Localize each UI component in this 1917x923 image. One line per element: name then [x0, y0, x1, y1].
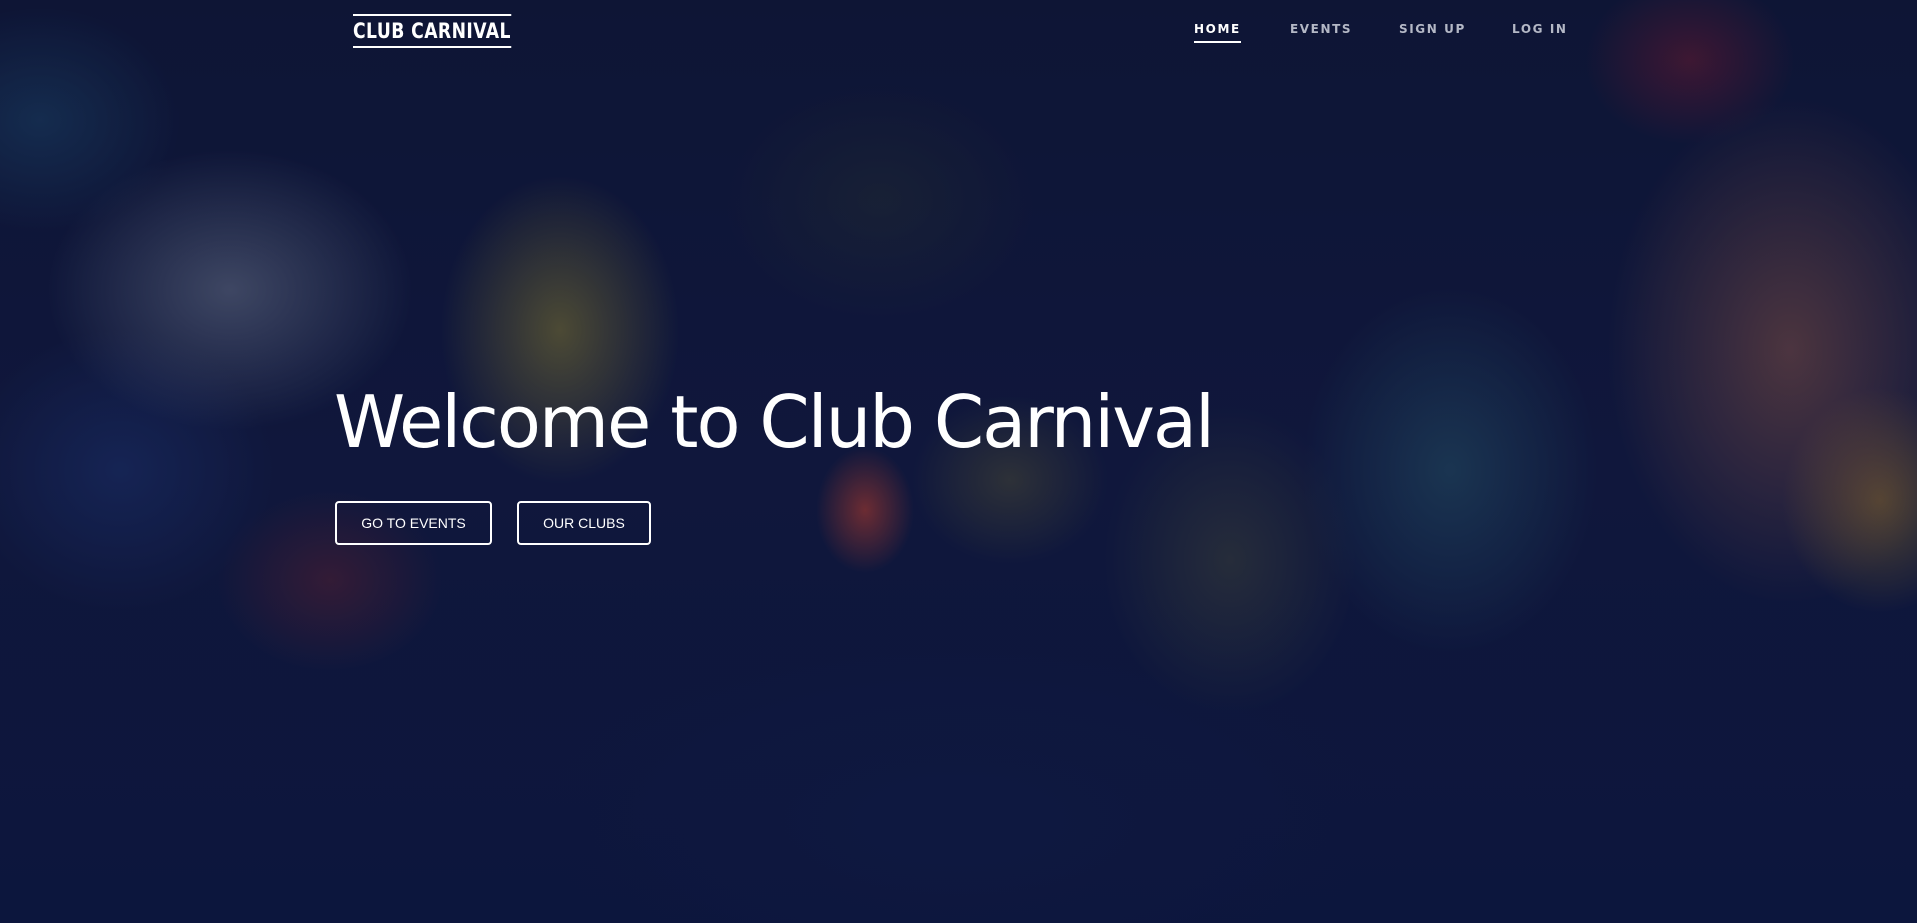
- our-clubs-button[interactable]: OUR CLUBS: [517, 501, 651, 545]
- site-logo[interactable]: CLUB CARNIVAL: [353, 14, 511, 48]
- nav-home[interactable]: HOME: [1194, 22, 1241, 43]
- hero-section: Welcome to Club Carnival GO TO EVENTS OU…: [334, 378, 1215, 545]
- nav-sign-up[interactable]: SIGN UP: [1399, 22, 1466, 41]
- go-to-events-button[interactable]: GO TO EVENTS: [335, 501, 492, 545]
- site-header: CLUB CARNIVAL HOME EVENTS SIGN UP LOG IN: [0, 0, 1917, 64]
- nav-events[interactable]: EVENTS: [1290, 22, 1352, 41]
- nav-log-in[interactable]: LOG IN: [1512, 22, 1568, 41]
- hero-title: Welcome to Club Carnival: [334, 380, 1215, 464]
- hero-actions: GO TO EVENTS OUR CLUBS: [335, 501, 735, 549]
